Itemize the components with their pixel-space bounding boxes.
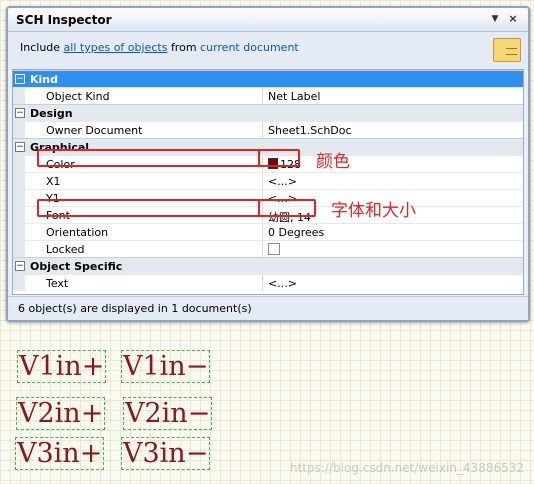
net-label-v2in-minus[interactable]: V2in−: [123, 397, 213, 430]
property-row-text[interactable]: Text <...>: [13, 274, 523, 291]
property-value-text: <...>: [268, 175, 297, 188]
column-divider: [262, 88, 263, 104]
panel-title: SCH Inspector: [16, 13, 112, 27]
property-row-object-kind[interactable]: Object Kind Net Label: [13, 87, 523, 104]
row-gutter: [13, 88, 25, 104]
property-name: X1: [46, 175, 61, 188]
category-label: Design: [30, 107, 73, 120]
collapse-toggle-icon[interactable]: −: [15, 142, 25, 152]
row-gutter: [13, 122, 25, 138]
property-value[interactable]: 0 Degrees: [268, 226, 324, 239]
property-row-locked[interactable]: Locked: [13, 240, 523, 257]
category-kind[interactable]: − Kind: [13, 70, 523, 87]
object-types-link[interactable]: all types of objects: [64, 41, 168, 54]
filter-icon[interactable]: [493, 38, 521, 62]
color-value-highlight-box: [258, 149, 300, 167]
filter-middle: from: [170, 41, 197, 54]
category-design[interactable]: − Design: [13, 104, 523, 121]
column-divider: [262, 241, 263, 257]
row-gutter: [13, 241, 25, 257]
font-value-highlight-box: [258, 199, 316, 217]
net-label-v1in-minus[interactable]: V1in−: [121, 350, 211, 383]
row-gutter: [13, 207, 25, 223]
collapse-toggle-icon[interactable]: −: [15, 74, 25, 84]
font-annotation: 字体和大小: [331, 201, 416, 221]
column-divider: [262, 122, 263, 138]
property-value[interactable]: [268, 243, 280, 258]
close-icon[interactable]: ×: [506, 12, 520, 26]
property-row-owner-document[interactable]: Owner Document Sheet1.SchDoc: [13, 121, 523, 138]
property-name: Object Kind: [46, 90, 110, 103]
watermark-text: https://blog.csdn.net/weixin_43886532: [289, 461, 524, 475]
property-row-orientation[interactable]: Orientation 0 Degrees: [13, 223, 523, 240]
category-label: Object Specific: [30, 260, 123, 273]
net-label-v1in-plus[interactable]: V1in+: [17, 350, 107, 383]
status-bar: 6 object(s) are displayed in 1 document(…: [8, 296, 528, 320]
net-label-v3in-plus[interactable]: V3in+: [15, 437, 105, 470]
row-gutter: [13, 190, 25, 206]
collapse-toggle-icon[interactable]: −: [15, 108, 25, 118]
column-divider: [262, 173, 263, 189]
category-object-specific[interactable]: − Object Specific: [13, 257, 523, 274]
color-annotation: 颜色: [316, 152, 350, 172]
category-label: Kind: [30, 73, 58, 86]
property-value-text: Sheet1.SchDoc: [268, 124, 352, 137]
property-grid: − Kind Object Kind Net Label − Design Owner Do…: [12, 69, 524, 295]
status-text: 6 object(s) are displayed in 1 document(…: [18, 302, 252, 315]
row-gutter: [13, 156, 25, 172]
panel-menu-icon[interactable]: ▼: [488, 12, 502, 26]
column-divider: [262, 275, 263, 291]
row-gutter: [13, 275, 25, 291]
net-label-v2in-plus[interactable]: V2in+: [16, 397, 106, 430]
color-highlight-box: [37, 149, 260, 167]
property-value[interactable]: <...>: [268, 277, 297, 290]
filter-prefix: Include: [20, 41, 61, 54]
property-value[interactable]: Net Label: [268, 90, 320, 103]
document-scope-link[interactable]: current document: [200, 41, 299, 54]
property-value-text: <...>: [268, 277, 297, 290]
net-label-v3in-minus[interactable]: V3in−: [121, 437, 211, 470]
property-name: Owner Document: [46, 124, 143, 137]
property-value-text: 0 Degrees: [268, 226, 325, 239]
property-value[interactable]: <...>: [268, 175, 297, 188]
column-divider: [262, 224, 263, 240]
property-name: Orientation: [46, 226, 109, 239]
property-name: Locked: [46, 243, 85, 256]
title-bar[interactable]: SCH Inspector ▼ ×: [8, 8, 528, 32]
row-gutter: [13, 224, 25, 240]
filter-bar: Include all types of objects from curren…: [8, 32, 528, 72]
locked-checkbox[interactable]: [268, 243, 280, 255]
collapse-toggle-icon[interactable]: −: [15, 261, 25, 271]
property-value-text: Net Label: [268, 90, 321, 103]
row-gutter: [13, 173, 25, 189]
font-highlight-box: [37, 199, 260, 217]
property-value[interactable]: Sheet1.SchDoc: [268, 124, 352, 137]
property-name: Text: [46, 277, 69, 290]
property-row-x1[interactable]: X1 <...>: [13, 172, 523, 189]
